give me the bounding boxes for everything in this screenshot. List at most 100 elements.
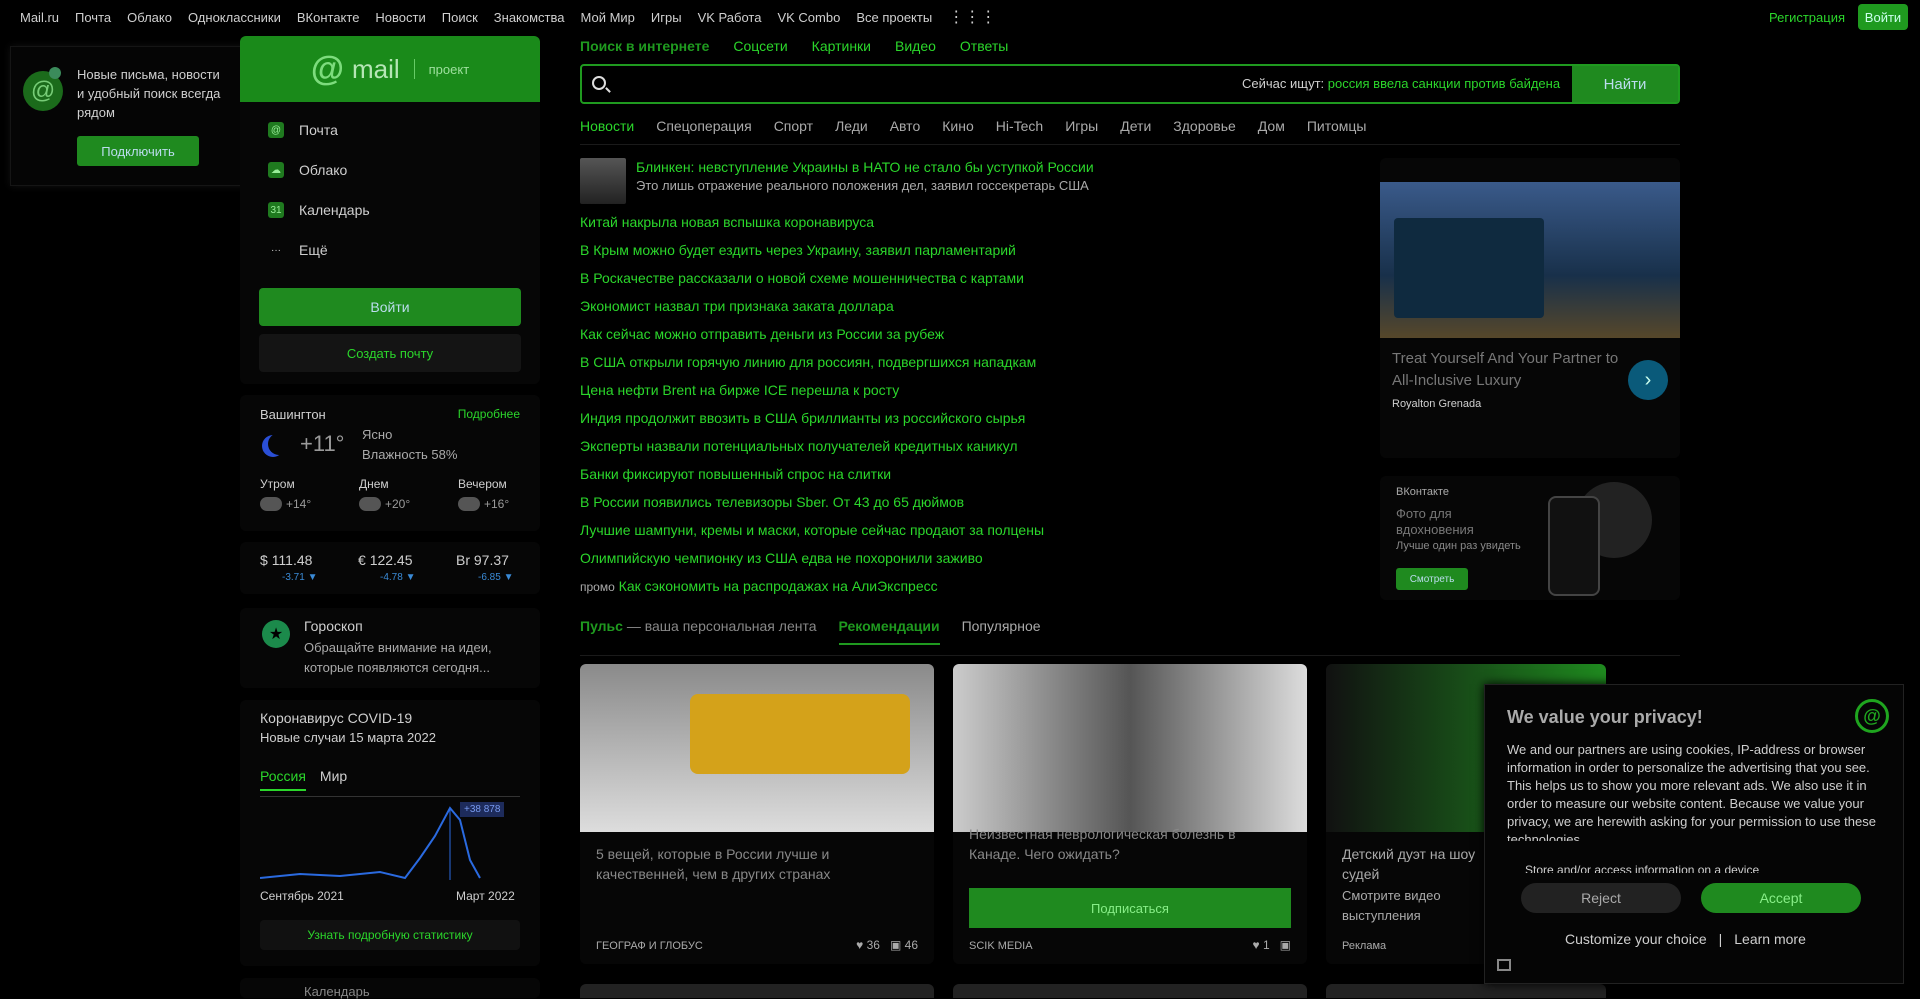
tab-home[interactable]: Дом bbox=[1258, 118, 1285, 134]
nav-news[interactable]: Новости bbox=[375, 10, 425, 25]
tab-images[interactable]: Картинки bbox=[812, 38, 871, 54]
currency-widget[interactable]: $ 111.48 -3.71 ▼ € 122.45 -4.78 ▼ Br 97.37… bbox=[240, 542, 540, 594]
register-link[interactable]: Регистрация bbox=[1769, 10, 1845, 25]
nav-search[interactable]: Поиск bbox=[442, 10, 478, 25]
tab-hitech[interactable]: Hi-Tech bbox=[996, 118, 1043, 134]
top-navigation: Mail.ru Почта Облако Одноклассники ВКонт… bbox=[0, 0, 1920, 34]
news-item[interactable]: Эксперты назвали потенциальных получател… bbox=[580, 432, 1100, 460]
nav-myworld[interactable]: Мой Мир bbox=[581, 10, 635, 25]
card-meta: ♥ 36 ▣ 46 bbox=[856, 938, 918, 952]
nav-oblako[interactable]: Облако bbox=[127, 10, 172, 25]
mail-login-button[interactable]: Войти bbox=[259, 288, 521, 326]
search-hint-label: Сейчас ищут: bbox=[1242, 76, 1325, 91]
accept-button[interactable]: Accept bbox=[1701, 883, 1861, 913]
like-count: 1 bbox=[1262, 938, 1270, 952]
nav-vkjobs[interactable]: VK Работа bbox=[698, 10, 762, 25]
news-item[interactable]: В Роскачестве рассказали о новой схеме м… bbox=[580, 264, 1100, 292]
tab-russia[interactable]: Россия bbox=[260, 768, 306, 791]
tab-kino[interactable]: Кино bbox=[942, 118, 974, 134]
nav-vkcombo[interactable]: VK Combo bbox=[777, 10, 840, 25]
news-item[interactable]: Экономист назвал три признака заката дол… bbox=[580, 292, 1100, 320]
tab-kids[interactable]: Дети bbox=[1120, 118, 1151, 134]
news-item[interactable]: Банки фиксируют повышенный спрос на слит… bbox=[580, 460, 1100, 488]
tab-auto[interactable]: Авто bbox=[890, 118, 921, 134]
covid-stats-button[interactable]: Узнать подробную статистику bbox=[260, 920, 520, 950]
tab-games[interactable]: Игры bbox=[1065, 118, 1098, 134]
weather-city[interactable]: Вашингтон bbox=[260, 407, 326, 422]
nav-mailru[interactable]: Mail.ru bbox=[20, 10, 59, 25]
weather-part-value: +20° bbox=[385, 497, 411, 511]
nav-pochta[interactable]: Почта bbox=[75, 10, 111, 25]
news-item[interactable]: В России появились телевизоры Sber. От 4… bbox=[580, 488, 1100, 516]
news-item[interactable]: Как сэкономить на распродажах на АлиЭксп… bbox=[619, 578, 938, 594]
covid-tabs: Россия Мир bbox=[260, 768, 347, 791]
news-tabs: Новости Спецоперация Спорт Леди Авто Кин… bbox=[580, 118, 1680, 145]
heart-icon[interactable]: ♥ bbox=[1252, 938, 1259, 952]
mail-item-pochta[interactable]: @ Почта bbox=[240, 110, 540, 150]
tab-popular[interactable]: Популярное bbox=[962, 618, 1041, 645]
subscribe-button[interactable]: Подписаться bbox=[969, 888, 1291, 928]
news-item-promo[interactable]: промо Как сэкономить на распродажах на А… bbox=[580, 572, 1100, 601]
nav-vk[interactable]: ВКонтакте bbox=[297, 10, 360, 25]
lead-news-title[interactable]: Блинкен: невступление Украины в НАТО не … bbox=[636, 158, 1094, 177]
reject-button[interactable]: Reject bbox=[1521, 883, 1681, 913]
feed-card-partial bbox=[1326, 984, 1606, 998]
tab-pets[interactable]: Питомцы bbox=[1307, 118, 1367, 134]
tab-pulse[interactable]: Пульс — ваша персональная лента bbox=[580, 618, 817, 645]
search-button[interactable]: Найти bbox=[1572, 66, 1678, 102]
horoscope-widget[interactable]: ★ Гороскоп Обращайте внимание на идеи, к… bbox=[240, 608, 540, 688]
nav-games[interactable]: Игры bbox=[651, 10, 682, 25]
news-item[interactable]: Китай накрыла новая вспышка коронавируса bbox=[580, 208, 1100, 236]
weather-part-value: +14° bbox=[286, 497, 312, 511]
nav-ok[interactable]: Одноклассники bbox=[188, 10, 281, 25]
news-item[interactable]: Как сейчас можно отправить деньги из Рос… bbox=[580, 320, 1100, 348]
ad-banner[interactable]: Treat Yourself And Your Partner to All-I… bbox=[1380, 158, 1680, 458]
news-item[interactable]: Цена нефти Brent на бирже ICE перешла к … bbox=[580, 376, 1100, 404]
weather-more-link[interactable]: Подробнее bbox=[458, 407, 520, 421]
feed-card[interactable]: 5 вещей, которые в России лучше и качест… bbox=[580, 664, 934, 964]
mail-item-calendar[interactable]: 31 Календарь bbox=[240, 190, 540, 230]
news-item[interactable]: В Крым можно будет ездить через Украину,… bbox=[580, 236, 1100, 264]
heart-icon[interactable]: ♥ bbox=[856, 938, 863, 952]
tab-operation[interactable]: Спецоперация bbox=[656, 118, 751, 134]
comment-icon[interactable]: ▣ bbox=[1280, 938, 1291, 952]
tab-news[interactable]: Новости bbox=[580, 118, 634, 134]
tab-world[interactable]: Мир bbox=[320, 768, 347, 791]
tab-web-search[interactable]: Поиск в интернете bbox=[580, 38, 709, 54]
tab-video[interactable]: Видео bbox=[895, 38, 936, 54]
search-bar[interactable]: Сейчас ищут: россия ввела санкции против… bbox=[580, 64, 1680, 104]
dollar-icon: $ bbox=[260, 552, 268, 568]
card-image bbox=[580, 664, 934, 832]
lead-news[interactable]: Блинкен: невступление Украины в НАТО не … bbox=[580, 158, 1100, 204]
comment-icon[interactable]: ▣ bbox=[890, 938, 901, 952]
mail-item-oblako[interactable]: ☁ Облако bbox=[240, 150, 540, 190]
grid-icon[interactable]: ⋮⋮⋮ bbox=[948, 7, 996, 27]
divider bbox=[260, 796, 520, 797]
mail-item-more[interactable]: ··· Ещё bbox=[240, 230, 540, 270]
tab-health[interactable]: Здоровье bbox=[1173, 118, 1236, 134]
feed-card[interactable]: Неизвестная неврологическая болезнь в Ка… bbox=[953, 664, 1307, 964]
news-item[interactable]: В США открыли горячую линию для россиян,… bbox=[580, 348, 1100, 376]
tab-sport[interactable]: Спорт bbox=[774, 118, 813, 134]
tab-lady[interactable]: Леди bbox=[835, 118, 868, 134]
badge-icon bbox=[49, 67, 61, 79]
tab-social[interactable]: Соцсети bbox=[733, 38, 787, 54]
weather-part-label: Днем bbox=[359, 477, 389, 491]
tab-answers[interactable]: Ответы bbox=[960, 38, 1008, 54]
tab-recommendations[interactable]: Рекомендации bbox=[838, 618, 940, 645]
currency-value: 111.48 bbox=[271, 552, 313, 568]
learn-more-link[interactable]: Learn more bbox=[1734, 931, 1806, 947]
nav-all-projects[interactable]: Все проекты bbox=[856, 10, 932, 25]
login-button[interactable]: Войти bbox=[1858, 4, 1908, 30]
nav-dating[interactable]: Знакомства bbox=[494, 10, 565, 25]
subscribe-button[interactable]: Подключить bbox=[77, 136, 199, 166]
search-hint-link[interactable]: россия ввела санкции против байдена bbox=[1328, 76, 1560, 91]
customize-link[interactable]: Customize your choice bbox=[1565, 931, 1707, 947]
news-item[interactable]: Лучшие шампуни, кремы и маски, которые с… bbox=[580, 516, 1100, 544]
chevron-right-icon[interactable]: › bbox=[1628, 360, 1668, 400]
news-item[interactable]: Олимпийскую чемпионку из США едва не пох… bbox=[580, 544, 1100, 572]
news-item[interactable]: Индия продолжит ввозить в США бриллианты… bbox=[580, 404, 1100, 432]
create-mail-button[interactable]: Создать почту bbox=[259, 334, 521, 372]
vk-ad-button[interactable]: Смотреть bbox=[1396, 568, 1468, 590]
vk-ad[interactable]: ВКонтакте Фото для вдохновения Лучше оди… bbox=[1380, 476, 1680, 600]
